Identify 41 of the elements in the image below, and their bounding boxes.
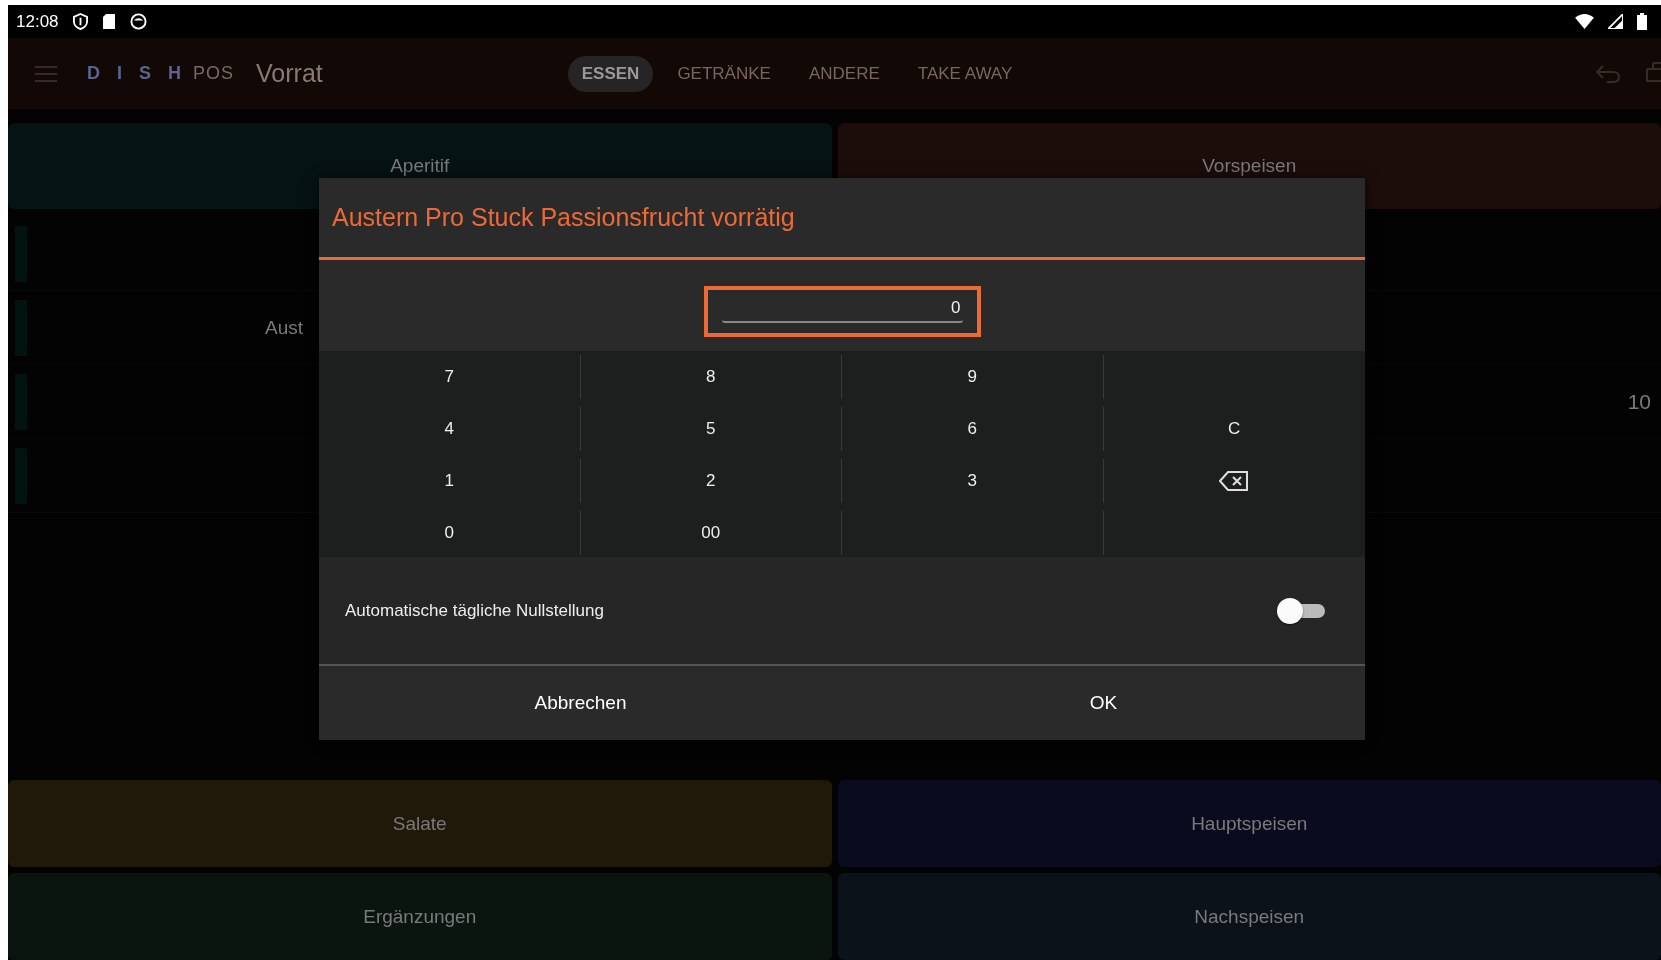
logo-text: D I S H <box>87 63 187 84</box>
category-tile[interactable]: Nachspeisen <box>837 873 1661 960</box>
keypad-key[interactable]: 2 <box>580 459 842 503</box>
keypad-key[interactable]: 8 <box>580 355 842 399</box>
toggle-switch[interactable] <box>1277 596 1325 625</box>
menu-icon[interactable] <box>35 65 57 82</box>
page-title: Vorrat <box>256 59 323 88</box>
battery-icon <box>1637 13 1647 30</box>
category-tab[interactable]: GETRÄNKE <box>663 55 785 92</box>
keypad-key[interactable]: 5 <box>580 407 842 451</box>
signal-icon <box>1608 14 1623 29</box>
dialog-button[interactable]: OK <box>842 666 1365 740</box>
keypad-key[interactable]: 0 <box>319 511 581 555</box>
keypad-key[interactable]: 3 <box>842 459 1104 503</box>
category-tab[interactable]: ESSEN <box>567 55 654 92</box>
keypad-key[interactable]: 9 <box>842 355 1104 399</box>
keypad-key[interactable]: C <box>1103 407 1365 451</box>
undo-icon[interactable] <box>1595 63 1621 84</box>
wifi-icon <box>1575 14 1594 29</box>
backspace-icon <box>1219 471 1250 491</box>
dialog-title: Austern Pro Stuck Passionsfrucht vorrätig <box>319 178 1365 260</box>
keypad-key[interactable]: 1 <box>319 459 581 503</box>
keypad-key[interactable]: 4 <box>319 407 581 451</box>
category-tile[interactable]: Hauptspeisen <box>837 780 1661 867</box>
category-tab[interactable]: TAKE AWAY <box>903 55 1027 92</box>
item-name: Aust <box>265 316 304 339</box>
sd-card-icon <box>101 13 116 30</box>
keypad-key[interactable]: 00 <box>580 511 842 555</box>
shield-icon <box>72 13 88 30</box>
category-tab[interactable]: ANDERE <box>794 55 894 92</box>
dialog-button[interactable]: Abbrechen <box>319 666 842 740</box>
toggle-label: Automatische tägliche Nullstellung <box>345 600 605 621</box>
face-icon <box>129 13 147 30</box>
keypad-key[interactable]: 7 <box>319 355 581 399</box>
keypad-key[interactable]: 6 <box>842 407 1104 451</box>
stock-count: 10 <box>1627 389 1651 414</box>
category-tile[interactable]: Salate <box>8 780 832 867</box>
quantity-field[interactable]: 0 <box>703 286 981 337</box>
logo-suffix: POS <box>193 63 235 84</box>
category-tile[interactable]: Ergänzungen <box>8 873 832 960</box>
clock-time: 12:08 <box>16 11 59 32</box>
